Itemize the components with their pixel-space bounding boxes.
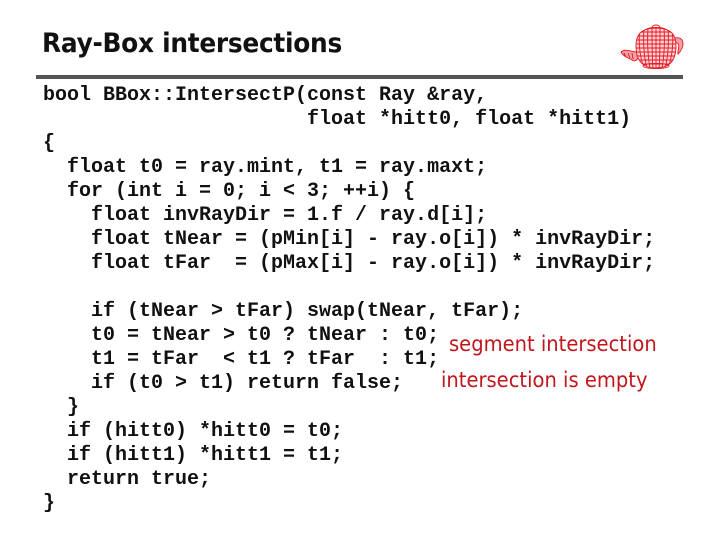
annotation-intersection-empty: intersection is empty — [441, 368, 648, 392]
code-line: for (int i = 0; i < 3; ++i) { — [43, 180, 416, 203]
code-line: return true; — [43, 468, 212, 491]
code-line: bool BBox::IntersectP(const Ray &ray, — [43, 84, 488, 107]
code-line: { — [43, 132, 56, 155]
title-divider — [36, 75, 683, 79]
wireframe-teapot-icon — [620, 24, 684, 69]
code-line: float tFar = (pMax[i] - ray.o[i]) * invR… — [43, 252, 656, 275]
code-line: float t0 = ray.mint, t1 = ray.maxt; — [43, 156, 488, 179]
code-line: if (hitt0) *hitt0 = t0; — [43, 420, 344, 443]
code-line: float *hitt0, float *hitt1) — [43, 108, 632, 131]
code-line: if (hitt1) *hitt1 = t1; — [43, 444, 344, 467]
slide-title: Ray-Box intersections — [42, 28, 342, 59]
code-line: } — [43, 396, 80, 419]
code-block: bool BBox::IntersectP(const Ray &ray, fl… — [43, 84, 655, 516]
code-line: } — [43, 492, 56, 515]
annotation-segment-intersection: segment intersection — [449, 332, 657, 356]
code-line: float tNear = (pMin[i] - ray.o[i]) * inv… — [43, 228, 656, 251]
code-line: if (tNear > tFar) swap(tNear, tFar); — [43, 300, 524, 323]
code-line: float invRayDir = 1.f / ray.d[i]; — [43, 204, 488, 227]
